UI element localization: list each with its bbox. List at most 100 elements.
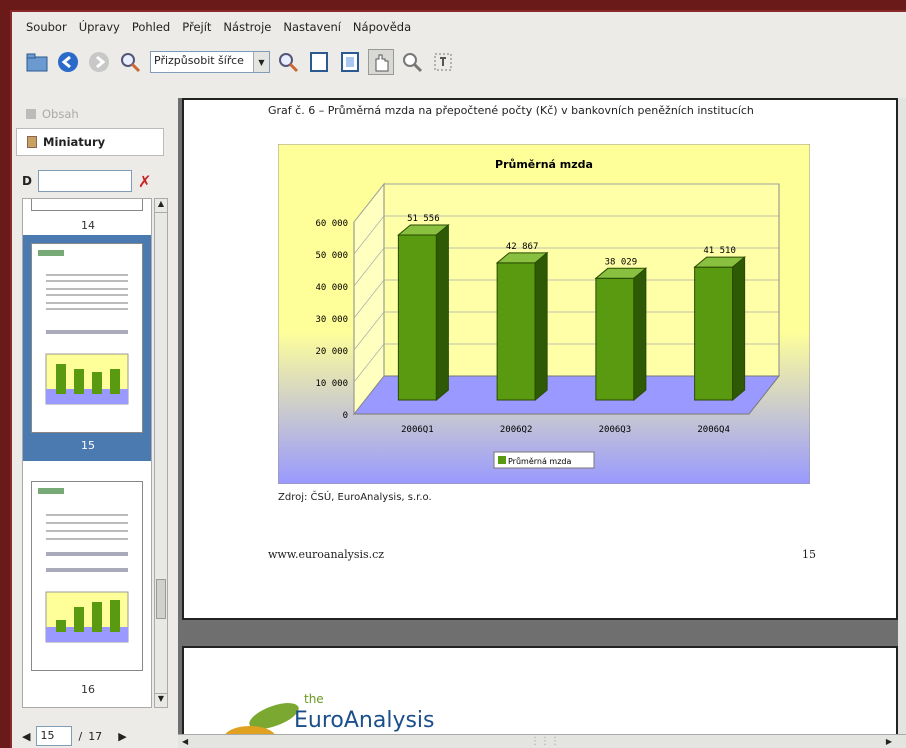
data-label: 38 029 <box>605 257 638 267</box>
figure-caption: Graf č. 6 – Průměrná mzda na přepočtené … <box>268 104 754 117</box>
hand-icon <box>375 54 389 72</box>
document-page-next: the EuroAnalysis <box>182 646 898 748</box>
legend-swatch <box>498 456 506 464</box>
open-file-button[interactable] <box>24 49 50 75</box>
magnifier-icon <box>121 53 141 73</box>
y-tick-label: 30 000 <box>315 315 348 325</box>
y-tick-label: 50 000 <box>315 251 348 261</box>
filter-input[interactable] <box>37 170 132 192</box>
toolbar: Přizpůsobit šířce ▼ <box>12 42 906 82</box>
tab-thumbnails[interactable]: Miniatury <box>16 128 164 156</box>
thumbnail-page-15[interactable] <box>31 243 143 433</box>
page-preview-icon <box>38 488 129 643</box>
facing-pages-button[interactable] <box>337 49 363 75</box>
tab-thumbnails-label: Miniatury <box>43 135 106 149</box>
page-number-input[interactable]: 15 <box>36 726 73 746</box>
zoom-out-button[interactable] <box>117 49 143 75</box>
y-tick-label: 60 000 <box>315 219 348 229</box>
data-label: 42 867 <box>506 242 539 252</box>
logo-small: the <box>304 692 324 706</box>
bar-chart: Průměrná mzda 0 10 000 20 000 30 000 40 000 50… <box>277 143 811 485</box>
forward-button[interactable] <box>86 49 112 75</box>
data-label: 51 556 <box>407 214 440 224</box>
magnifier-icon <box>403 53 423 73</box>
chart-title: Průměrná mzda <box>495 158 593 171</box>
tab-contents[interactable]: Obsah <box>16 100 164 128</box>
arrow-left-icon <box>58 52 78 72</box>
menu-napoveda[interactable]: Nápověda <box>353 20 411 34</box>
menu-prejit[interactable]: Přejít <box>182 20 211 34</box>
scroll-down-icon[interactable]: ▼ <box>155 693 167 707</box>
x-tick-label: 2006Q2 <box>500 425 533 435</box>
menu-bar: Soubor Úpravy Pohled Přejít Nástroje Nas… <box>12 12 906 42</box>
app-window: Soubor Úpravy Pohled Přejít Nástroje Nas… <box>10 10 906 748</box>
menu-pohled[interactable]: Pohled <box>132 20 170 34</box>
zoom-select[interactable]: Přizpůsobit šířce ▼ <box>150 51 270 73</box>
folder-icon <box>26 53 48 72</box>
zoom-select-value: Přizpůsobit šířce <box>154 54 244 67</box>
scroll-thumb[interactable] <box>156 579 166 619</box>
scroll-right-icon[interactable]: ▶ <box>886 737 892 746</box>
chart-svg: Průměrná mzda 0 10 000 20 000 30 000 40 000 50… <box>277 143 811 485</box>
magnifier-icon <box>279 53 299 73</box>
scroll-up-icon[interactable]: ▲ <box>155 199 167 213</box>
zoom-tool-button[interactable] <box>399 49 425 75</box>
back-button[interactable] <box>55 49 81 75</box>
page-preview-icon <box>38 250 129 405</box>
next-page-icon[interactable]: ▶ <box>118 730 126 743</box>
menu-upravy[interactable]: Úpravy <box>79 20 120 34</box>
thumbnails-icon <box>27 136 37 148</box>
document-page: Graf č. 6 – Průměrná mzda na přepočtené … <box>182 98 898 620</box>
chevron-down-icon: ▼ <box>253 52 269 72</box>
thumbnail-label: 16 <box>81 683 95 696</box>
browse-tool-button[interactable] <box>368 49 394 75</box>
menu-soubor[interactable]: Soubor <box>26 20 67 34</box>
footer-page-number: 15 <box>802 548 816 561</box>
y-tick-label: 20 000 <box>315 347 348 357</box>
bar <box>694 266 734 401</box>
figure-source: Zdroj: ČSÚ, EuroAnalysis, s.r.o. <box>278 492 432 503</box>
text-select-icon <box>434 53 452 71</box>
y-tick-label: 0 <box>343 411 348 421</box>
page-view-icon <box>310 52 328 72</box>
document-viewer[interactable]: Graf č. 6 – Průměrná mzda na přepočtené … <box>178 98 906 748</box>
filter-icon: D <box>22 174 32 188</box>
x-tick-label: 2006Q4 <box>697 425 730 435</box>
viewer-scrollbar[interactable] <box>898 98 906 734</box>
page-total: 17 <box>88 729 103 743</box>
scroll-left-icon[interactable]: ◀ <box>182 737 188 746</box>
x-tick-label: 2006Q3 <box>599 425 632 435</box>
bar <box>595 277 635 401</box>
thumbnail-scrollbar[interactable]: ▲ ▼ <box>154 198 168 708</box>
select-tool-button[interactable] <box>430 49 456 75</box>
clear-filter-icon[interactable]: ✗ <box>138 172 151 191</box>
bar-side <box>633 267 647 402</box>
bar <box>397 234 437 401</box>
menu-nastroje[interactable]: Nástroje <box>223 20 271 34</box>
thumbnail-label: 15 <box>81 439 95 452</box>
footer-url: www.euroanalysis.cz <box>268 548 385 561</box>
zoom-in-button[interactable] <box>275 49 301 75</box>
page-separator: / <box>78 729 83 743</box>
x-tick-label: 2006Q1 <box>401 425 434 435</box>
horizontal-scrollbar[interactable]: ◀ ⋮⋮⋮ ▶ <box>178 734 906 748</box>
arrow-right-icon <box>89 52 109 72</box>
scroll-grip-icon: ⋮⋮⋮ <box>530 736 560 747</box>
tab-contents-label: Obsah <box>42 107 79 121</box>
bar-side <box>732 256 746 402</box>
previous-page-icon[interactable]: ◀ <box>22 730 30 743</box>
bar-side <box>435 223 449 402</box>
y-tick-label: 10 000 <box>315 379 348 389</box>
bar-side <box>534 251 548 402</box>
single-page-button[interactable] <box>306 49 332 75</box>
thumbnail-label: 14 <box>81 219 95 232</box>
logo-main: EuroAnalysis <box>294 708 435 733</box>
list-icon <box>26 109 36 119</box>
bar <box>496 262 536 401</box>
thumbnail-page-16[interactable] <box>31 481 143 671</box>
page-navigator: ◀ 15 / 17 ▶ <box>22 724 127 748</box>
thumbnail-list[interactable]: 14 15 16 <box>22 198 152 708</box>
sidebar: Obsah Miniatury D ✗ 14 15 16 ▲ ▼ ◀ 15 / … <box>12 82 180 748</box>
thumbnail-page-14[interactable] <box>31 199 143 211</box>
menu-nastaveni[interactable]: Nastavení <box>283 20 341 34</box>
